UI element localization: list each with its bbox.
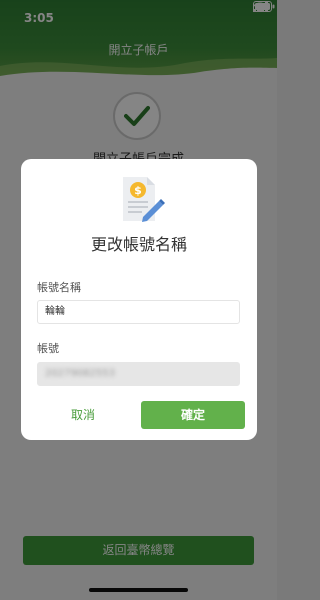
cancel-button[interactable]: 取消 — [38, 401, 128, 429]
account-number-label: 帳號 — [37, 342, 59, 355]
rename-dialog: $ 更改帳號名稱 帳號名稱 輪輪 帳號 20279082553 取消 確定 — [21, 159, 257, 440]
account-name-input[interactable]: 輪輪 — [37, 300, 240, 324]
account-number-value: 20279082553 — [45, 368, 115, 379]
account-name-label: 帳號名稱 — [37, 281, 81, 294]
dialog-title: 更改帳號名稱 — [90, 235, 187, 254]
svg-text:$: $ — [134, 184, 142, 197]
confirm-button[interactable]: 確定 — [141, 401, 245, 429]
document-edit-icon: $ — [117, 173, 165, 229]
account-number-field: 20279082553 — [37, 362, 240, 386]
